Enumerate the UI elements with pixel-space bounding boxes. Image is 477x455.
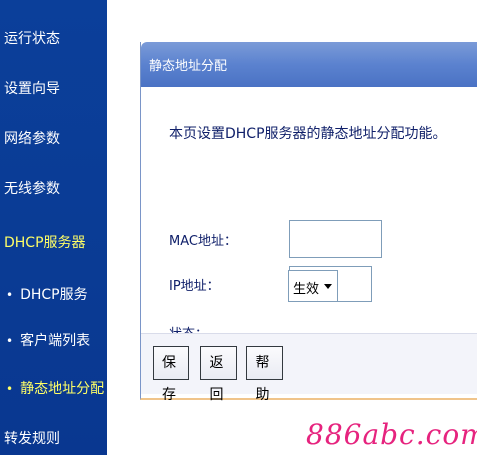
mac-address-input[interactable] [289,220,382,258]
static-address-panel: 静态地址分配 本页设置DHCP服务器的静态地址分配功能。 MAC地址： IP地址… [140,42,477,403]
sidebar-item-dhcp-server[interactable]: DHCP服务器 [4,232,86,252]
sidebar-item-label: 运行状态 [4,31,60,47]
panel-header: 静态地址分配 [141,42,477,87]
bullet-icon: • [6,382,14,396]
save-button[interactable]: 保存 [153,346,189,403]
sidebar-item-dhcp-service[interactable]: • DHCP服务 [6,284,88,304]
help-button[interactable]: 帮助 [246,346,283,403]
sidebar-item-label: DHCP服务 [20,287,88,303]
sidebar-item-run-status[interactable]: 运行状态 [4,28,60,48]
ip-address-label: IP地址： [169,279,220,294]
page-description: 本页设置DHCP服务器的静态地址分配功能。 [169,126,447,142]
sidebar-item-wireless-params[interactable]: 无线参数 [4,178,60,198]
bullet-icon: • [6,334,14,348]
sidebar-item-label: 客户端列表 [20,333,91,349]
sidebar-item-forwarding-rules[interactable]: 转发规则 [4,428,60,448]
sidebar-item-label: 无线参数 [4,181,60,197]
chevron-down-icon[interactable] [321,274,335,298]
status-select[interactable]: 生效 [288,270,338,302]
router-admin-page: 运行状态 设置向导 网络参数 无线参数 DHCP服务器 • DHCP服务 • 客户端… [0,0,477,455]
panel-title: 静态地址分配 [149,59,228,74]
sidebar-item-label: 转发规则 [4,431,60,447]
status-select-value: 生效 [293,282,320,297]
bullet-icon: • [6,288,14,302]
mac-address-label: MAC地址： [169,234,237,249]
button-bar: 保存 返回 帮助 [141,333,477,403]
back-button[interactable]: 返回 [200,346,237,403]
sidebar-item-static-address[interactable]: • 静态地址分配 [6,378,104,398]
sidebar-item-label: 网络参数 [4,131,60,147]
sidebar-item-label: DHCP服务器 [4,235,86,251]
sidebar-item-network-params[interactable]: 网络参数 [4,128,60,148]
sidebar-item-label: 静态地址分配 [20,381,105,397]
sidebar-item-client-list[interactable]: • 客户端列表 [6,330,90,350]
sidebar-item-setup-wizard[interactable]: 设置向导 [4,78,60,98]
sidebar-nav: 运行状态 设置向导 网络参数 无线参数 DHCP服务器 • DHCP服务 • 客户端… [0,0,107,455]
sidebar-item-label: 设置向导 [4,81,60,97]
watermark-logo: 886abc.com [306,418,477,451]
